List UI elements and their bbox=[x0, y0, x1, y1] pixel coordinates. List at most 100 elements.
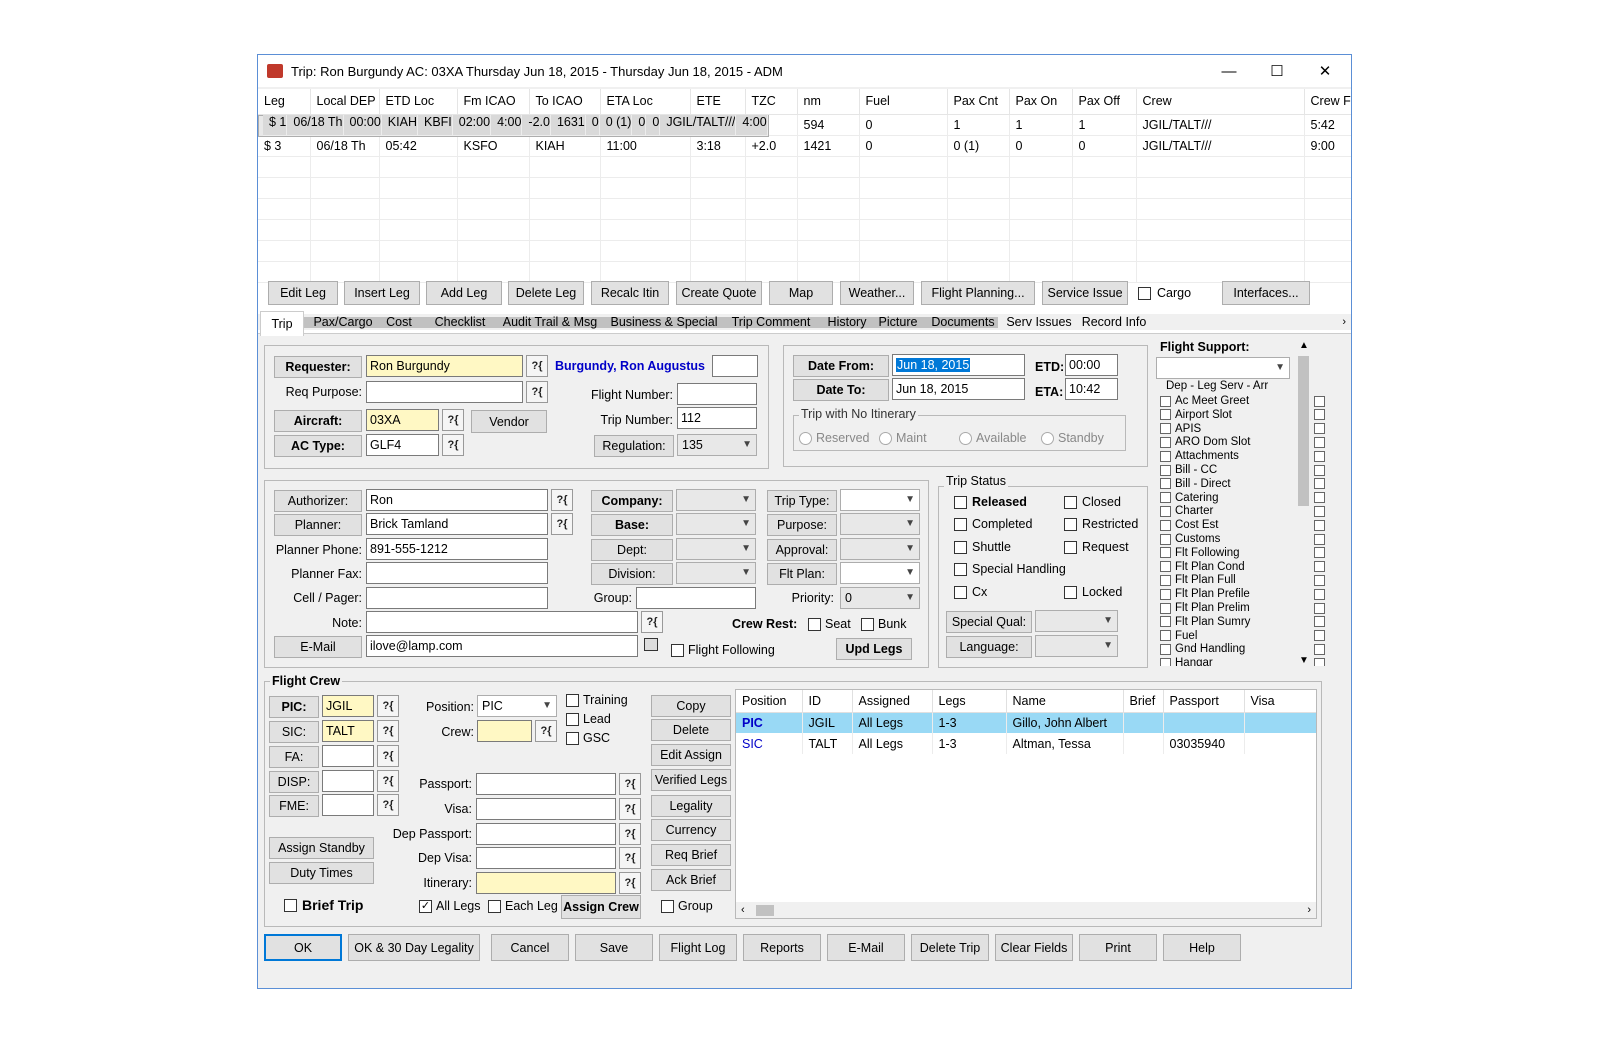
etd-input[interactable]: 00:00 bbox=[1065, 354, 1118, 376]
shuttle-checkbox[interactable] bbox=[954, 541, 967, 554]
gsc-checkbox[interactable] bbox=[566, 732, 579, 745]
arr-checkbox[interactable] bbox=[1314, 492, 1325, 504]
crew-column-header[interactable]: Legs bbox=[932, 690, 1007, 713]
legs-column-header[interactable]: Leg bbox=[258, 89, 311, 115]
eta-input[interactable]: 10:42 bbox=[1065, 378, 1118, 400]
arr-checkbox[interactable] bbox=[1314, 478, 1325, 490]
scroll-down-icon[interactable]: ▼ bbox=[1299, 655, 1309, 666]
special-qual-select[interactable]: ▼ bbox=[1035, 610, 1118, 632]
legs-column-header[interactable]: Pax On bbox=[1009, 89, 1073, 115]
dep-checkbox[interactable] bbox=[1160, 478, 1171, 490]
base-select[interactable]: ▼ bbox=[676, 513, 756, 535]
closed-checkbox[interactable] bbox=[1064, 496, 1077, 509]
req-purpose-input[interactable] bbox=[366, 381, 523, 403]
position-select[interactable]: PIC ▼ bbox=[477, 695, 557, 717]
trip-type-button[interactable]: Trip Type: bbox=[767, 490, 837, 512]
arr-checkbox[interactable] bbox=[1314, 423, 1325, 435]
dep-checkbox[interactable] bbox=[1160, 588, 1171, 600]
requester-lookup-icon[interactable]: ?{ bbox=[526, 355, 548, 377]
leg-row[interactable] bbox=[258, 261, 1351, 283]
ok-button[interactable]: OK bbox=[264, 934, 342, 961]
tab-pax-cargo[interactable]: Pax/Cargo bbox=[308, 311, 378, 333]
each-leg-checkbox[interactable] bbox=[488, 900, 501, 913]
cargo-checkbox[interactable] bbox=[1138, 287, 1151, 300]
reserved-radio[interactable] bbox=[799, 432, 812, 445]
tab-trip[interactable]: Trip bbox=[260, 311, 304, 336]
cx-checkbox[interactable] bbox=[954, 586, 967, 599]
legs-column-header[interactable]: TZC bbox=[745, 89, 798, 115]
scroll-right-icon[interactable]: › bbox=[1307, 904, 1311, 916]
dept-button[interactable]: Dept: bbox=[591, 539, 673, 561]
arr-checkbox[interactable] bbox=[1314, 464, 1325, 476]
flt-plan-select[interactable]: ▼ bbox=[840, 562, 920, 584]
released-checkbox[interactable] bbox=[954, 496, 967, 509]
language-button[interactable]: Language: bbox=[946, 636, 1032, 658]
dep-checkbox[interactable] bbox=[1160, 409, 1171, 421]
ac-type-lookup-icon[interactable]: ?{ bbox=[442, 434, 464, 456]
interfaces-button[interactable]: Interfaces... bbox=[1222, 281, 1310, 305]
dep-checkbox[interactable] bbox=[1160, 492, 1171, 504]
reports-button[interactable]: Reports bbox=[743, 934, 821, 961]
lead-checkbox[interactable] bbox=[566, 713, 579, 726]
copy-button[interactable]: Copy bbox=[651, 695, 731, 717]
arr-checkbox[interactable] bbox=[1314, 588, 1325, 600]
dep-checkbox[interactable] bbox=[1160, 561, 1171, 573]
save-button[interactable]: Save bbox=[575, 934, 653, 961]
regulation-select[interactable]: 135 ▼ bbox=[677, 434, 757, 456]
legs-column-header[interactable]: ETD Loc bbox=[379, 89, 458, 115]
legs-column-header[interactable]: To ICAO bbox=[529, 89, 601, 115]
fa-button[interactable]: FA: bbox=[269, 746, 319, 768]
req-purpose-lookup-icon[interactable]: ?{ bbox=[526, 381, 548, 403]
assign-standby-button[interactable]: Assign Standby bbox=[269, 837, 374, 859]
flight-number-input[interactable] bbox=[677, 383, 757, 405]
fme-button[interactable]: FME: bbox=[269, 795, 319, 817]
trip-number-input[interactable]: 112 bbox=[677, 407, 757, 429]
add-leg-button[interactable]: Add Leg bbox=[426, 281, 502, 305]
date-to-input[interactable]: Jun 18, 2015 bbox=[892, 378, 1025, 400]
crew-column-header[interactable]: ID bbox=[802, 690, 853, 713]
priority-select[interactable]: 0 ▼ bbox=[840, 587, 920, 609]
brief-trip-checkbox[interactable] bbox=[284, 899, 297, 912]
clear-fields-button[interactable]: Clear Fields bbox=[995, 934, 1073, 961]
dep-checkbox[interactable] bbox=[1160, 602, 1171, 614]
currency-button[interactable]: Currency bbox=[651, 819, 731, 841]
email-button[interactable]: E-Mail bbox=[274, 636, 362, 658]
aircraft-button[interactable]: Aircraft: bbox=[274, 410, 362, 432]
arr-checkbox[interactable] bbox=[1314, 630, 1325, 642]
dep-checkbox[interactable] bbox=[1160, 423, 1171, 435]
crew-column-header[interactable]: Assigned bbox=[852, 690, 933, 713]
approval-select[interactable]: ▼ bbox=[840, 538, 920, 560]
tab-checklist[interactable]: Checklist bbox=[430, 311, 490, 333]
arr-checkbox[interactable] bbox=[1314, 436, 1325, 448]
base-button[interactable]: Base: bbox=[591, 514, 673, 536]
print-button[interactable]: Print bbox=[1079, 934, 1157, 961]
approval-button[interactable]: Approval: bbox=[767, 539, 837, 561]
tab-serv-issues[interactable]: Serv Issues bbox=[1004, 311, 1074, 333]
planner-input[interactable]: Brick Tamland bbox=[366, 513, 548, 535]
arr-checkbox[interactable] bbox=[1314, 602, 1325, 614]
address-book-icon[interactable] bbox=[644, 638, 658, 651]
crew-lookup-icon[interactable]: ?{ bbox=[535, 720, 557, 742]
cancel-button[interactable]: Cancel bbox=[491, 934, 569, 961]
leg-row[interactable] bbox=[258, 177, 1351, 199]
insert-leg-button[interactable]: Insert Leg bbox=[344, 281, 420, 305]
disp-button[interactable]: DISP: bbox=[269, 771, 319, 793]
legs-column-header[interactable]: Crew bbox=[1136, 89, 1305, 115]
date-from-button[interactable]: Date From: bbox=[793, 355, 889, 377]
pic-button[interactable]: PIC: bbox=[269, 696, 319, 718]
division-select[interactable]: ▼ bbox=[676, 562, 756, 584]
itinerary-input[interactable] bbox=[476, 872, 616, 894]
arr-checkbox[interactable] bbox=[1314, 561, 1325, 573]
aircraft-input[interactable]: 03XA bbox=[366, 409, 439, 431]
dep-passport-lookup-icon[interactable]: ?{ bbox=[619, 823, 641, 845]
purpose-button[interactable]: Purpose: bbox=[767, 514, 837, 536]
purpose-select[interactable]: ▼ bbox=[840, 513, 920, 535]
company-select[interactable]: ▼ bbox=[676, 489, 756, 511]
note-input[interactable] bbox=[366, 611, 638, 633]
requester-button[interactable]: Requester: bbox=[274, 356, 362, 378]
scroll-thumb[interactable] bbox=[1298, 356, 1309, 506]
tab-audit-trail[interactable]: Audit Trail & Msg bbox=[496, 311, 604, 333]
flt-plan-button[interactable]: Flt Plan: bbox=[767, 563, 837, 585]
legs-column-header[interactable]: ETE bbox=[690, 89, 746, 115]
crew-row[interactable]: PIC JGIL All Legs 1-3 Gillo, John Albert bbox=[736, 712, 1316, 733]
